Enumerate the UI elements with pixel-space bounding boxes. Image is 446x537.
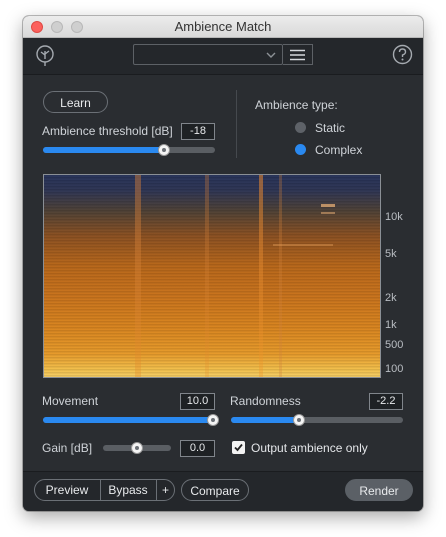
- freq-label-1k: 1k: [385, 319, 397, 331]
- freq-label-2k: 2k: [385, 292, 397, 304]
- render-button[interactable]: Render: [345, 479, 413, 501]
- randomness-value-field[interactable]: -2.2: [369, 393, 403, 410]
- preset-dropdown[interactable]: [133, 44, 283, 65]
- top-toolbar: [23, 38, 423, 75]
- spectrogram-transient: [259, 174, 263, 378]
- checkmark-icon: [234, 443, 243, 452]
- complex-radio-label[interactable]: Complex: [315, 143, 362, 157]
- bottom-bar: Preview Bypass + Compare Render: [23, 471, 423, 511]
- ambience-type-label: Ambience type:: [255, 98, 338, 112]
- threshold-value-field[interactable]: -18: [181, 123, 215, 140]
- learn-button[interactable]: Learn: [43, 91, 108, 113]
- spectrogram-transient: [135, 174, 141, 378]
- randomness-label: Randomness: [230, 394, 301, 408]
- spectrogram-tone: [273, 244, 333, 246]
- title-bar: Ambience Match: [23, 16, 423, 38]
- spectrogram: [43, 174, 381, 378]
- movement-slider[interactable]: [43, 414, 219, 426]
- plugin-window: Ambience Match Learn Ambience threshold …: [23, 16, 423, 511]
- output-ambience-only-checkbox[interactable]: [232, 441, 245, 454]
- spectrogram-transient: [205, 174, 209, 378]
- output-ambience-only-label[interactable]: Output ambience only: [251, 441, 368, 455]
- plant-logo-icon[interactable]: [35, 45, 55, 67]
- compare-button[interactable]: Compare: [181, 479, 249, 501]
- hamburger-menu-icon: [290, 49, 305, 61]
- spectrogram-tone: [321, 212, 335, 214]
- freq-label-500: 500: [385, 339, 404, 351]
- randomness-slider-knob[interactable]: [293, 414, 305, 426]
- spectrogram-tone: [321, 204, 335, 207]
- static-radio[interactable]: [295, 122, 306, 133]
- randomness-slider-fill: [231, 417, 299, 423]
- freq-label-5k: 5k: [385, 248, 397, 260]
- threshold-slider-fill: [43, 147, 164, 153]
- gain-slider[interactable]: [103, 442, 171, 454]
- spectrogram-transient: [279, 174, 282, 378]
- freq-label-10k: 10k: [385, 211, 403, 223]
- complex-radio[interactable]: [295, 144, 306, 155]
- movement-slider-fill: [43, 417, 215, 423]
- freq-label-100: 100: [385, 363, 404, 375]
- bypass-plus-button[interactable]: +: [157, 480, 174, 500]
- preview-button[interactable]: Preview: [35, 480, 99, 500]
- movement-label: Movement: [42, 394, 99, 408]
- movement-value-field[interactable]: 10.0: [180, 393, 215, 410]
- static-radio-label[interactable]: Static: [315, 121, 345, 135]
- movement-slider-knob[interactable]: [207, 414, 219, 426]
- bypass-button[interactable]: Bypass: [101, 480, 155, 500]
- window-title: Ambience Match: [174, 19, 272, 34]
- gain-slider-knob[interactable]: [131, 442, 143, 454]
- chevron-down-icon: [266, 52, 276, 58]
- preset-menu-button[interactable]: [283, 44, 313, 65]
- threshold-slider[interactable]: [43, 144, 215, 156]
- gain-label: Gain [dB]: [42, 441, 93, 455]
- randomness-slider[interactable]: [231, 414, 403, 426]
- gain-value-field[interactable]: 0.0: [180, 440, 215, 457]
- threshold-label: Ambience threshold [dB]: [42, 124, 173, 138]
- section-divider: [236, 90, 237, 158]
- help-icon[interactable]: [392, 44, 413, 65]
- threshold-slider-knob[interactable]: [158, 144, 170, 156]
